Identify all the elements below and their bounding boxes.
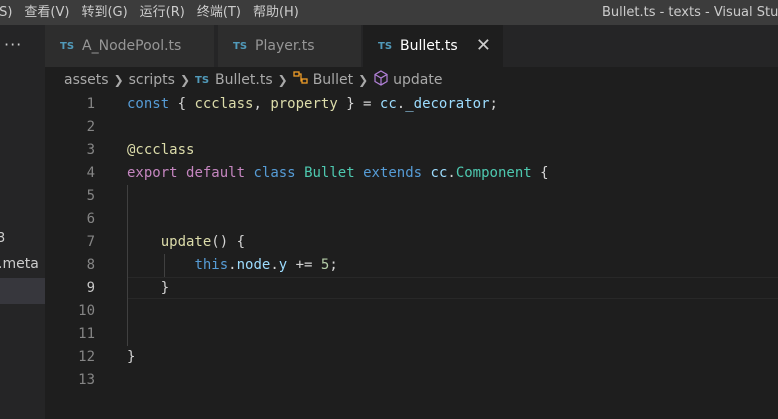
code-line[interactable]: this.node.y += 5; bbox=[127, 254, 337, 277]
line-number: 1 bbox=[86, 96, 95, 112]
line-number: 6 bbox=[86, 211, 95, 227]
code-line[interactable]: update() { bbox=[127, 231, 245, 254]
line-number: 12 bbox=[78, 349, 95, 365]
window-title: Bullet.ts - texts - Visual Studi bbox=[602, 5, 778, 20]
explorer-selected-row[interactable] bbox=[0, 278, 45, 304]
breadcrumb-scripts[interactable]: scripts bbox=[129, 72, 175, 88]
breadcrumb-class[interactable]: Bullet bbox=[313, 72, 353, 88]
tab-label: Bullet.ts bbox=[400, 38, 458, 54]
typescript-file-icon: TS bbox=[60, 40, 75, 52]
line-number: 2 bbox=[86, 119, 95, 135]
code-editor[interactable]: 1 2 3 4 5 6 7 8 9 10 11 12 13 const { cc… bbox=[45, 93, 778, 419]
line-number: 11 bbox=[78, 326, 95, 342]
tab-bullet[interactable]: TS Bullet.ts ✕ bbox=[363, 25, 504, 67]
tab-label: A_NodePool.ts bbox=[82, 38, 182, 54]
tab-player[interactable]: TS Player.ts bbox=[218, 25, 362, 67]
menu-item-run[interactable]: 运行(R) bbox=[140, 0, 185, 25]
breadcrumb-file[interactable]: Bullet.ts bbox=[215, 72, 273, 88]
breadcrumb: assets ❯ scripts ❯ TS Bullet.ts ❯ Bullet… bbox=[45, 67, 778, 93]
explorer-item-meta[interactable]: .meta bbox=[0, 256, 39, 272]
chevron-right-icon: ❯ bbox=[358, 73, 369, 87]
code-line[interactable]: export default class Bullet extends cc.C… bbox=[127, 162, 549, 185]
menu-item-go[interactable]: 转到(G) bbox=[81, 0, 127, 25]
breadcrumb-assets[interactable]: assets bbox=[64, 72, 109, 88]
menu-item-selection[interactable]: (S) bbox=[0, 0, 12, 25]
typescript-file-icon: TS bbox=[378, 40, 393, 52]
line-number: 3 bbox=[86, 142, 95, 158]
current-line-highlight bbox=[127, 277, 778, 299]
menu-bar: (S) 查看(V) 转到(G) 运行(R) 终端(T) 帮助(H) bbox=[0, 0, 311, 25]
line-number-current: 9 bbox=[86, 280, 95, 296]
line-number: 8 bbox=[86, 257, 95, 273]
line-number: 7 bbox=[86, 234, 95, 250]
line-number: 5 bbox=[86, 188, 95, 204]
explorer-sidebar: ··· 3 .meta bbox=[0, 25, 45, 419]
menu-item-help[interactable]: 帮助(H) bbox=[253, 0, 299, 25]
method-cube-icon bbox=[373, 70, 389, 90]
line-number: 13 bbox=[78, 372, 95, 388]
line-number: 4 bbox=[86, 165, 95, 181]
typescript-file-icon: TS bbox=[233, 40, 248, 52]
menu-item-terminal[interactable]: 终端(T) bbox=[197, 0, 241, 25]
line-number: 10 bbox=[78, 303, 95, 319]
more-actions-icon[interactable]: ··· bbox=[4, 35, 22, 54]
breadcrumb-method[interactable]: update bbox=[393, 72, 442, 88]
title-bar: (S) 查看(V) 转到(G) 运行(R) 终端(T) 帮助(H) Bullet… bbox=[0, 0, 778, 25]
menu-item-view[interactable]: 查看(V) bbox=[24, 0, 69, 25]
code-line[interactable]: } bbox=[127, 346, 135, 369]
typescript-file-icon: TS bbox=[195, 74, 210, 86]
chevron-right-icon: ❯ bbox=[277, 73, 288, 87]
chevron-right-icon: ❯ bbox=[179, 73, 191, 87]
close-tab-icon[interactable]: ✕ bbox=[476, 35, 491, 56]
code-line[interactable]: @ccclass bbox=[127, 139, 194, 162]
tab-bar: TS A_NodePool.ts TS Player.ts TS Bullet.… bbox=[45, 25, 778, 67]
tab-label: Player.ts bbox=[255, 38, 315, 54]
code-line[interactable]: const { ccclass, property } = cc._decora… bbox=[127, 93, 498, 116]
code-line-current[interactable]: } bbox=[127, 277, 169, 300]
explorer-item-fragment[interactable]: 3 bbox=[0, 231, 5, 246]
tab-a-nodepool[interactable]: TS A_NodePool.ts bbox=[45, 25, 215, 67]
chevron-right-icon: ❯ bbox=[113, 73, 124, 87]
class-icon bbox=[293, 71, 309, 89]
